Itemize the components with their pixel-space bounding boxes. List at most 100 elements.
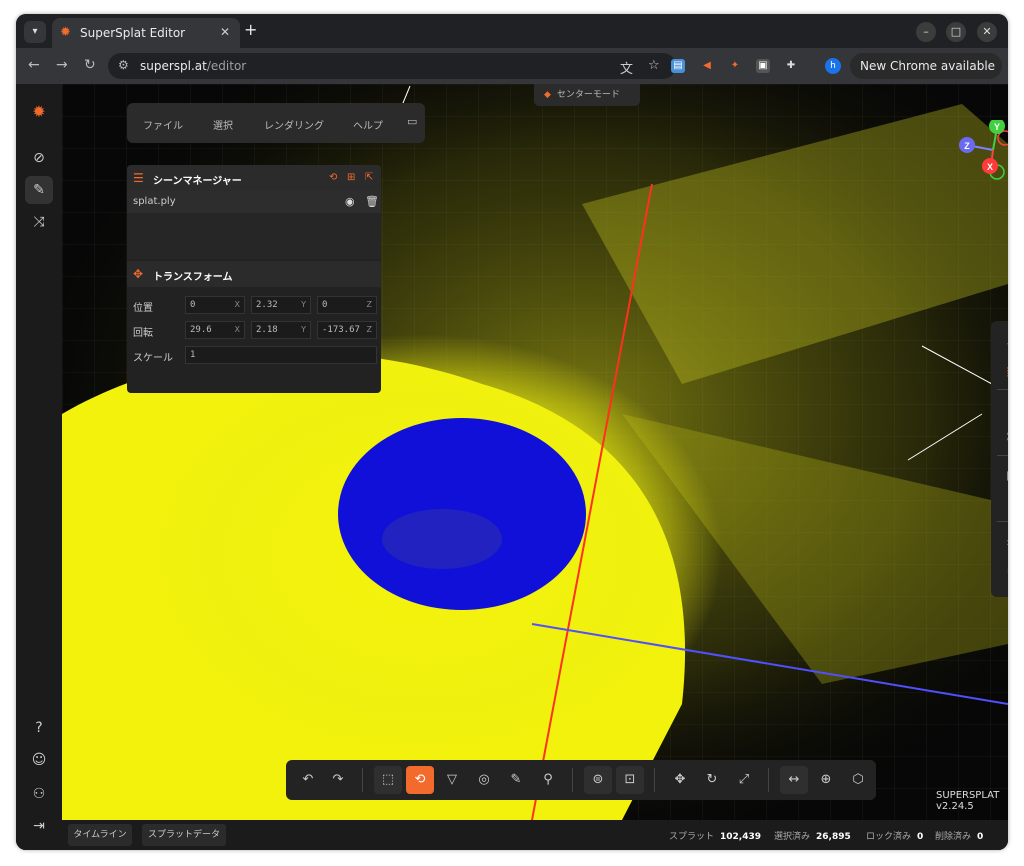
world-space-icon[interactable]: ⊕ xyxy=(812,766,840,794)
collapse-menu-icon[interactable]: ▭ xyxy=(407,115,417,128)
new-tab-icon[interactable]: + xyxy=(244,22,257,38)
bookmark-star-icon[interactable]: ☆ xyxy=(648,58,660,73)
lasso-select-icon[interactable]: ⟲ xyxy=(406,766,434,794)
menu-help[interactable]: ヘルプ xyxy=(353,117,383,132)
browser-window: ▾ ✹ SuperSplat Editor ✕ + – □ ✕ ← → ↻ ⚙ … xyxy=(16,14,1008,850)
extension-1-icon[interactable]: ▤ xyxy=(671,59,685,73)
sign-in-icon[interactable]: ⇥ xyxy=(25,812,53,840)
toolbar-divider xyxy=(997,389,1008,390)
toolbar-divider xyxy=(997,455,1008,456)
maximize-icon[interactable]: □ xyxy=(946,22,966,42)
locked-label: ロック済み xyxy=(866,832,912,842)
close-icon[interactable]: ✕ xyxy=(220,25,230,39)
forward-icon[interactable]: → xyxy=(56,57,68,73)
redo-icon[interactable]: ↷ xyxy=(324,766,352,794)
compass-icon[interactable]: ⊘ xyxy=(25,144,53,172)
splats-value: 102,439 xyxy=(720,832,762,842)
3d-viewport[interactable]: ◆ センターモード ファイル 選択 レンダリング ヘルプ ▭ ☰ シーンマネージャ… xyxy=(62,84,1008,820)
sphere-select-icon[interactable]: ◎ xyxy=(470,766,498,794)
window-close-icon[interactable]: ✕ xyxy=(977,22,997,42)
toolbar-divider xyxy=(768,768,769,792)
extension-2-icon[interactable]: ◀ xyxy=(700,59,714,73)
splat-list-item[interactable]: splat.ply ◉ 🗑 xyxy=(127,191,381,213)
export-icon[interactable]: ⇱ xyxy=(365,172,373,183)
frame-selection-icon[interactable]: ▣ xyxy=(998,463,1008,487)
fly-icon[interactable]: ⌘ xyxy=(998,425,1008,449)
reload-icon[interactable]: ↻ xyxy=(84,57,96,73)
menu-file[interactable]: ファイル xyxy=(143,117,183,132)
position-x-input[interactable]: 0X xyxy=(185,296,245,314)
axes-icon[interactable]: ⅄ xyxy=(998,491,1008,515)
eyedropper-icon[interactable]: ⚲ xyxy=(534,766,562,794)
help-circle-icon[interactable]: ? xyxy=(25,714,53,742)
rotation-z-input[interactable]: -173.67 Z xyxy=(317,321,377,339)
discord-icon[interactable]: ☺ xyxy=(25,746,53,774)
site-settings-icon[interactable]: ⚙ xyxy=(118,58,129,72)
splat-data-tab[interactable]: スプラットデータ xyxy=(142,824,226,846)
left-rail: ✹ ⊘ ✎ ⤨ ? ☺ ⚇ ⇥ xyxy=(16,84,62,850)
undo-icon[interactable]: ↶ xyxy=(294,766,322,794)
bottom-toolbar: ↶ ↷ ⬚ ⟲ ▽ ◎ ✎ ⚲ ⊜ ⊡ ✥ ↻ ⤢ ↔ ⊕ ⬡ xyxy=(286,760,876,800)
add-user-icon[interactable]: ⚇ xyxy=(25,780,53,808)
brush-select-icon[interactable]: ✎ xyxy=(502,766,530,794)
rotation-x-input[interactable]: 29.6 X xyxy=(185,321,245,339)
undo-history-icon[interactable]: ⟲ xyxy=(329,172,337,183)
eye-icon[interactable]: ◉ xyxy=(345,195,355,208)
scale-input[interactable]: 1 xyxy=(185,346,377,364)
sliders-icon[interactable]: ⚌ xyxy=(998,529,1008,553)
position-y-input[interactable]: 2.32 Y xyxy=(251,296,311,314)
diamond-icon[interactable]: ◆ xyxy=(998,331,1008,355)
deleted-stat: 削除済み 0 xyxy=(935,829,983,842)
toolbar-divider xyxy=(997,521,1008,522)
translate-tool-icon[interactable]: ✥ xyxy=(666,766,694,794)
extensions-puzzle-icon[interactable]: ✚ xyxy=(784,59,798,73)
center-mode-pill[interactable]: ◆ センターモード xyxy=(534,84,640,106)
profile-avatar[interactable]: h xyxy=(825,58,841,74)
gear-icon[interactable]: ⚙ xyxy=(998,559,1008,583)
right-toolbar: ◆ ⬚ ⊘ ⌘ ▣ ⅄ ⚌ ⚙ xyxy=(991,321,1008,597)
supersplat-favicon-icon: ✹ xyxy=(60,25,71,40)
version-label: SUPERSPLAT v2.24.5 xyxy=(936,790,1000,812)
translate-icon[interactable]: 文 xyxy=(620,58,633,77)
import-icon[interactable]: ⊞ xyxy=(347,172,355,183)
pen-tool-icon[interactable]: ✎ xyxy=(25,176,53,204)
orbit-icon[interactable]: ⊘ xyxy=(998,397,1008,421)
select-frame-icon[interactable]: ⬚ xyxy=(998,359,1008,383)
pivot-icon[interactable]: ⬡ xyxy=(844,766,872,794)
local-space-icon[interactable]: ↔ xyxy=(780,766,808,794)
tab-search-button[interactable]: ▾ xyxy=(24,21,46,43)
timeline-tab[interactable]: タイムライン xyxy=(68,824,132,846)
list-icon: ☰ xyxy=(133,171,144,185)
back-icon[interactable]: ← xyxy=(28,57,40,73)
shuffle-icon[interactable]: ⤨ xyxy=(25,208,53,236)
url-host: superspl.at xyxy=(140,59,207,73)
scale-tool-icon[interactable]: ⤢ xyxy=(730,766,758,794)
gizmo-z-arm xyxy=(971,145,994,151)
supersplat-app: ◆ センターモード ファイル 選択 レンダリング ヘルプ ▭ ☰ シーンマネージャ… xyxy=(16,84,1008,850)
extension-3-icon[interactable]: ✦ xyxy=(728,59,742,73)
rotation-x-value: 29.6 xyxy=(190,325,212,335)
polygon-select-icon[interactable]: ▽ xyxy=(438,766,466,794)
axis-z-label: Z xyxy=(366,325,372,334)
rect-select-icon[interactable]: ⬚ xyxy=(374,766,402,794)
position-y-value: 2.32 xyxy=(256,300,278,310)
axis-x-label: X xyxy=(234,325,240,334)
menu-render[interactable]: レンダリング xyxy=(264,117,324,132)
trash-icon[interactable]: 🗑 xyxy=(365,195,379,208)
rotation-y-input[interactable]: 2.18 Y xyxy=(251,321,311,339)
chrome-update-button[interactable]: New Chrome available ⋮ xyxy=(850,53,1002,99)
deleted-label: 削除済み xyxy=(935,832,972,842)
axis-z-label: Z xyxy=(366,300,372,309)
minimize-icon[interactable]: – xyxy=(916,22,936,42)
rotation-y-value: 2.18 xyxy=(256,325,278,335)
plane-select-icon[interactable]: ⊜ xyxy=(584,766,612,794)
extension-4-icon[interactable]: ▣ xyxy=(756,59,770,73)
rotate-tool-icon[interactable]: ↻ xyxy=(698,766,726,794)
browser-tab[interactable]: ✹ SuperSplat Editor ✕ xyxy=(52,18,240,48)
position-z-input[interactable]: 0Z xyxy=(317,296,377,314)
position-z-value: 0 xyxy=(322,300,328,310)
box-select-icon[interactable]: ⊡ xyxy=(616,766,644,794)
view-gizmo[interactable]: Z Y X xyxy=(955,120,1008,180)
menu-select[interactable]: 選択 xyxy=(213,117,233,132)
url-field[interactable]: ⚙ superspl.at/editor 文 ☆ xyxy=(108,53,676,79)
